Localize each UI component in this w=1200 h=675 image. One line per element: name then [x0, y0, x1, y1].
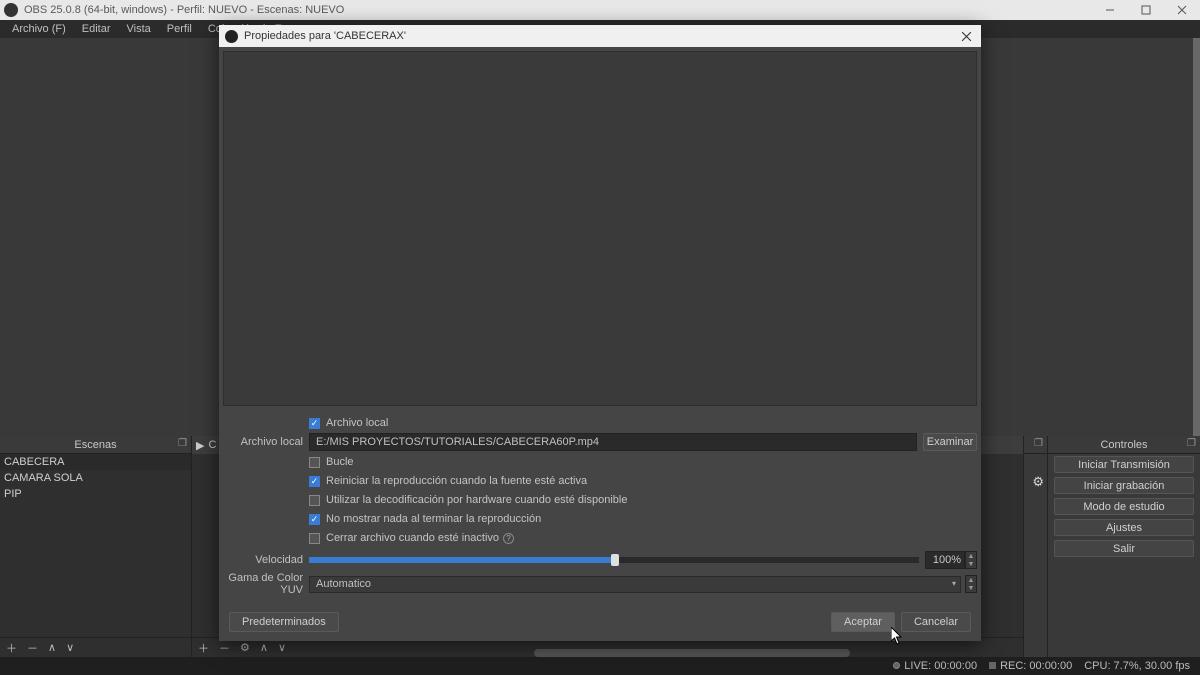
speed-label: Velocidad [223, 554, 309, 566]
browse-button[interactable]: Examinar [923, 433, 977, 451]
rec-time: REC: 00:00:00 [1000, 660, 1072, 672]
yuv-combobox[interactable]: Automatico ▾ [309, 576, 961, 593]
scene-row[interactable]: CAMARA SOLA [0, 470, 191, 486]
maximize-button[interactable] [1128, 0, 1164, 20]
speed-slider[interactable] [309, 557, 919, 563]
obs-app-icon [4, 3, 18, 17]
mixer-gear-icon[interactable]: ⚙ [1032, 474, 1044, 490]
add-source-button[interactable]: ＋ [198, 640, 209, 656]
rec-indicator-icon [989, 662, 996, 669]
dock-header-scenes: Escenas ❐ [0, 436, 191, 454]
restart-label: Reiniciar la reproducción cuando la fuen… [326, 475, 587, 487]
source-preview [223, 51, 977, 406]
menu-perfil[interactable]: Perfil [159, 23, 200, 35]
properties-dialog: Propiedades para 'CABECERAX' Archivo loc… [219, 25, 981, 641]
move-up-button[interactable]: ∧ [48, 641, 56, 654]
dock-header-controls: Controles ❐ [1048, 436, 1200, 454]
hw-decode-checkbox[interactable] [309, 495, 320, 506]
close-dialog-button[interactable] [951, 25, 981, 47]
start-record-button[interactable]: Iniciar grabación [1054, 477, 1194, 494]
settings-button[interactable]: Ajustes [1054, 519, 1194, 536]
local-file-checkbox[interactable] [309, 418, 320, 429]
restart-checkbox[interactable] [309, 476, 320, 487]
live-indicator-icon [893, 662, 900, 669]
add-scene-button[interactable]: ＋ [6, 640, 17, 656]
move-down-button[interactable]: ∨ [66, 641, 74, 654]
noshow-checkbox[interactable] [309, 514, 320, 525]
speed-value-input[interactable]: 100% [925, 551, 965, 569]
yuv-value: Automatico [316, 578, 371, 590]
window-title: OBS 25.0.8 (64-bit, windows) - Perfil: N… [24, 4, 344, 16]
scenes-header-label: Escenas [74, 439, 116, 451]
menu-archivo[interactable]: Archivo (F) [4, 23, 74, 35]
scene-row[interactable]: PIP [0, 486, 191, 502]
menu-editar[interactable]: Editar [74, 23, 119, 35]
cancel-button[interactable]: Cancelar [901, 612, 971, 632]
source-gear-button[interactable]: ⚙ [240, 641, 250, 654]
loop-checkbox[interactable] [309, 457, 320, 468]
speed-spinner[interactable]: ▲▼ [965, 551, 977, 569]
dock-header-mixer: ❐ [1024, 436, 1047, 454]
popout-icon[interactable]: ❐ [1187, 438, 1196, 449]
remove-scene-button[interactable]: － [27, 640, 38, 656]
cpu-stats: CPU: 7.7%, 30.00 fps [1084, 660, 1190, 672]
statusbar: LIVE: 00:00:00 REC: 00:00:00 CPU: 7.7%, … [0, 657, 1200, 675]
studio-mode-button[interactable]: Modo de estudio [1054, 498, 1194, 515]
live-time: LIVE: 00:00:00 [904, 660, 977, 672]
move-down-button[interactable]: ∨ [278, 641, 286, 654]
horizontal-scrollbar[interactable] [534, 649, 850, 657]
minimize-button[interactable] [1092, 0, 1128, 20]
popout-icon[interactable]: ❐ [178, 438, 187, 449]
noshow-label: No mostrar nada al terminar la reproducc… [326, 513, 541, 525]
loop-label: Bucle [326, 456, 354, 468]
dialog-titlebar[interactable]: Propiedades para 'CABECERAX' [219, 25, 981, 47]
hw-decode-label: Utilizar la decodificación por hardware … [326, 494, 627, 506]
dialog-title: Propiedades para 'CABECERAX' [244, 30, 406, 42]
exit-button[interactable]: Salir [1054, 540, 1194, 557]
menu-vista[interactable]: Vista [119, 23, 159, 35]
source-row-label: C [208, 439, 216, 451]
slider-thumb[interactable] [611, 554, 619, 566]
window-titlebar: OBS 25.0.8 (64-bit, windows) - Perfil: N… [0, 0, 1200, 20]
info-icon[interactable]: ? [503, 533, 514, 544]
scene-row[interactable]: CABECERA [0, 454, 191, 470]
defaults-button[interactable]: Predeterminados [229, 612, 339, 632]
yuv-label: Gama de Color YUV [223, 572, 309, 596]
remove-source-button[interactable]: － [219, 640, 230, 656]
close-window-button[interactable] [1164, 0, 1200, 20]
yuv-spinner[interactable]: ▲▼ [965, 575, 977, 593]
controls-header-label: Controles [1100, 439, 1147, 451]
close-inactive-label: Cerrar archivo cuando esté inactivo [326, 532, 499, 544]
play-icon: ▶ [196, 439, 204, 452]
local-file-input[interactable]: E:/MIS PROYECTOS/TUTORIALES/CABECERA60P.… [309, 433, 917, 451]
scenes-list[interactable]: CABECERA CAMARA SOLA PIP [0, 454, 191, 637]
close-inactive-checkbox[interactable] [309, 533, 320, 544]
popout-icon[interactable]: ❐ [1034, 438, 1043, 449]
accept-button[interactable]: Aceptar [831, 612, 895, 632]
local-file-checkbox-label: Archivo local [326, 417, 388, 429]
move-up-button[interactable]: ∧ [260, 641, 268, 654]
obs-icon [225, 30, 238, 43]
chevron-down-icon: ▾ [952, 579, 956, 588]
local-file-label: Archivo local [223, 436, 309, 448]
start-stream-button[interactable]: Iniciar Transmisión [1054, 456, 1194, 473]
